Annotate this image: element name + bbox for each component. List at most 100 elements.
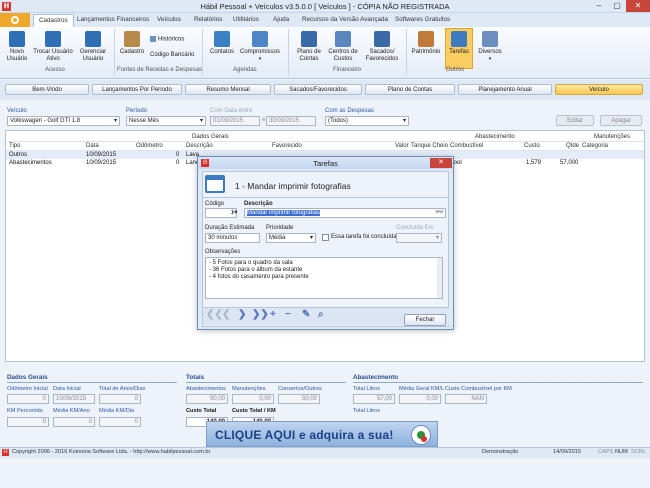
delete-record-icon[interactable]: − xyxy=(285,310,291,320)
tab-softwares-gratuitos[interactable]: Softwares Gratuitos xyxy=(395,16,450,23)
buy-banner[interactable]: CLIQUE AQUI e adquira a sua! xyxy=(206,421,438,447)
col-combustivel[interactable]: Combustível xyxy=(450,143,483,149)
contatos-button[interactable]: Contatos xyxy=(208,31,236,56)
data-from-input[interactable]: 01/09/2015 xyxy=(210,116,260,126)
status-num: NUM xyxy=(615,449,628,455)
tab-plano-de-contas[interactable]: Plano de Contas xyxy=(365,84,455,95)
centros-de-custos-button[interactable]: Centros de Custos xyxy=(327,31,359,63)
periodo-select[interactable]: Nesse Mês ▾ xyxy=(126,116,206,126)
calendar-icon xyxy=(252,31,268,47)
tab-veiculos[interactable]: Veículos xyxy=(157,16,181,23)
col-data[interactable]: Data xyxy=(86,143,99,149)
tarefas-button[interactable]: Tarefas xyxy=(445,31,473,56)
historicos-button[interactable]: Históricos xyxy=(150,36,184,43)
col-favorecido[interactable]: Favorecido xyxy=(272,143,302,149)
observacoes-textarea[interactable]: - 5 Fotos para o quadro da sala - 36 Fot… xyxy=(205,257,443,299)
media-geral-label: Média Geral KM/L xyxy=(399,386,445,392)
manutencoes-field[interactable]: 0,00 xyxy=(232,394,274,404)
gerenciar-usuario-button[interactable]: Gerenciar Usuário xyxy=(76,31,110,63)
edit-record-icon[interactable]: ✎ xyxy=(302,310,310,320)
first-record-icon[interactable]: ❮❮ xyxy=(206,310,223,320)
total-litros-secondary-label: Total Litros xyxy=(353,408,381,414)
data-inicial-label: Data Inicial xyxy=(53,386,81,392)
user-manage-icon xyxy=(85,31,101,47)
fechar-button[interactable]: Fechar xyxy=(404,314,446,326)
trocar-usuario-button[interactable]: Trocar Usuário Ativo xyxy=(33,31,73,63)
window-title: Hábil Pessoal + Veículos v3.5.0.0 [ Veíc… xyxy=(200,2,450,11)
diversos-button[interactable]: Diversos ▾ xyxy=(476,31,504,63)
prioridade-label: Prioridade xyxy=(266,225,294,231)
col-tipo[interactable]: Tipo xyxy=(9,143,20,149)
app-logo-icon: ℍ xyxy=(201,159,209,167)
descricao-input[interactable]: Mandar imprimir fotografias xyxy=(244,208,446,218)
prev-record-icon[interactable]: ❮ xyxy=(222,310,230,320)
codigo-label: Código xyxy=(205,201,225,207)
data-to-input[interactable]: 30/09/2015 xyxy=(266,116,316,126)
col-custo[interactable]: Custo xyxy=(524,143,540,149)
add-record-icon[interactable]: + xyxy=(270,310,276,320)
dialog-close-button[interactable]: ✕ xyxy=(430,158,452,168)
group-abastecimento: Abastecimento xyxy=(475,134,515,140)
odometro-inicial-field[interactable]: 0 xyxy=(7,394,49,404)
minimize-button[interactable]: – xyxy=(590,0,608,12)
binoculars-icon[interactable]: 👓 xyxy=(435,208,444,216)
consertos-label: Consertos/Outros xyxy=(278,386,322,392)
consertos-field[interactable]: 50,00 xyxy=(278,394,320,404)
plano-de-contas-button[interactable]: Plano de Contas xyxy=(294,31,324,63)
despesas-select[interactable]: (Todos) ▾ xyxy=(325,116,409,126)
tab-ajuda[interactable]: Ajuda xyxy=(273,16,289,23)
close-button[interactable]: ✕ xyxy=(626,0,650,12)
tab-lancamentos-por-periodo[interactable]: Lançamentos Por Período xyxy=(92,84,182,95)
veiculo-select[interactable]: Volkswagen - Golf GTI 1.8 ▾ xyxy=(7,116,120,126)
patrimonio-button[interactable]: Patrimônio xyxy=(409,31,443,56)
tab-veiculo[interactable]: Veículo xyxy=(555,84,643,95)
dialog-title: Tarefas xyxy=(313,159,338,168)
apagar-button[interactable]: Apagar xyxy=(600,115,642,126)
app-logo-icon[interactable]: ℍ xyxy=(2,2,11,11)
novo-usuario-button[interactable]: Novo Usuário xyxy=(3,31,31,63)
cadastro-fontes-button[interactable]: Cadastro xyxy=(118,31,146,56)
copyright-text: Copyright 2006 - 2016 Koinonia Software … xyxy=(12,449,211,455)
tab-lancamentos-financeiros[interactable]: Lançamentos Financeiros xyxy=(77,16,149,23)
observacoes-scrollbar[interactable] xyxy=(437,258,442,298)
tab-bem-vindo[interactable]: Bem-Vindo xyxy=(5,84,89,95)
search-record-icon[interactable]: ⌕ xyxy=(318,310,324,320)
abastecimentos-field[interactable]: 90,00 xyxy=(186,394,228,404)
concluida-em-input[interactable]: ▾ xyxy=(396,233,442,243)
km-percorrido-field[interactable]: 0 xyxy=(7,417,49,427)
col-odometro[interactable]: Odômetro xyxy=(136,143,163,149)
concluida-checkbox[interactable] xyxy=(322,234,329,241)
tab-utilitarios[interactable]: Utilitários xyxy=(233,16,259,23)
custo-comb-field[interactable]: NAN xyxy=(445,394,487,404)
col-qtde[interactable]: Qtde xyxy=(566,143,579,149)
tab-planejamento-anual[interactable]: Planejamento Anual xyxy=(458,84,552,95)
duracao-input[interactable]: 30 minutos xyxy=(205,233,260,243)
total-litros-field[interactable]: 57,00 xyxy=(353,394,395,404)
last-record-icon[interactable]: ❯❯ xyxy=(252,310,269,320)
quick-access-button[interactable] xyxy=(0,13,30,27)
prioridade-select[interactable]: Média ▾ xyxy=(266,233,316,243)
codigo-bancario-button[interactable]: Código Bancário xyxy=(150,52,194,58)
total-anos-field[interactable]: 0 xyxy=(99,394,141,404)
group-label-acesso: Acesso xyxy=(45,67,65,73)
compromissos-button[interactable]: Compromissos ▾ xyxy=(238,31,282,63)
media-dia-field[interactable]: 0 xyxy=(99,417,141,427)
col-tanque-cheio[interactable]: Tanque Cheio xyxy=(411,143,448,149)
tab-sacados-favorecidos[interactable]: Sacados/Favorecidos xyxy=(274,84,362,95)
next-record-icon[interactable]: ❯ xyxy=(238,310,246,320)
cell-odometro: 0 xyxy=(176,160,180,166)
editar-button[interactable]: Editar xyxy=(556,115,594,126)
media-geral-field[interactable]: 0,00 xyxy=(399,394,441,404)
maximize-button[interactable]: ▢ xyxy=(608,0,626,12)
col-valor[interactable]: Valor xyxy=(395,143,409,149)
tab-recursos-versao-avancada[interactable]: Recursos da Versão Avançada xyxy=(302,16,388,23)
col-categoria[interactable]: Categoria xyxy=(582,143,608,149)
data-inicial-field[interactable]: 10/09/2015 xyxy=(53,394,95,404)
tab-relatorios[interactable]: Relatórios xyxy=(194,16,222,23)
tab-cadastros[interactable]: Cadastros xyxy=(33,14,74,27)
media-ano-field[interactable]: 0 xyxy=(53,417,95,427)
col-descricao[interactable]: Descrição xyxy=(186,143,213,149)
sacados-favorecidos-button[interactable]: Sacados/ Favorecidos xyxy=(362,31,402,63)
tab-resumo-mensal[interactable]: Resumo Mensal xyxy=(185,84,271,95)
koinonia-logo-icon xyxy=(411,425,431,445)
